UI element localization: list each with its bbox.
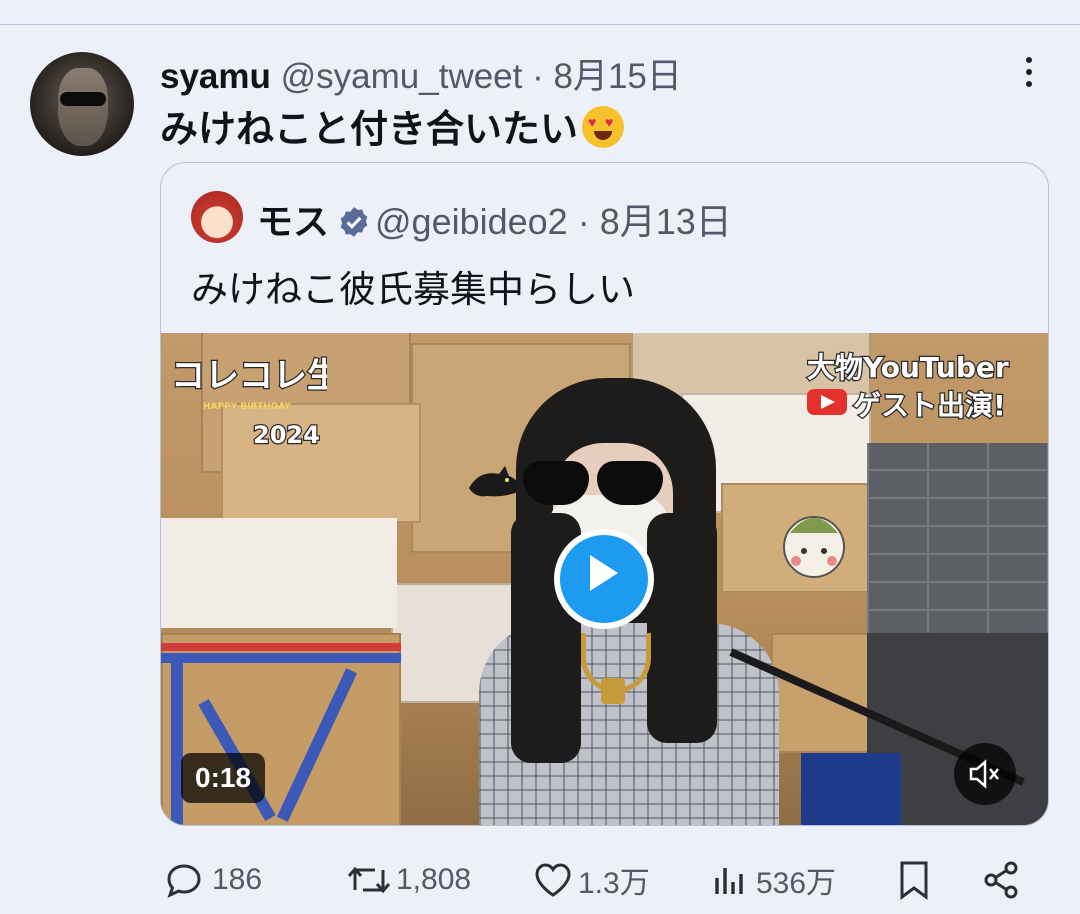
play-button[interactable] xyxy=(554,529,654,629)
views-count: 536万 xyxy=(756,867,837,900)
author-name[interactable]: syamu xyxy=(160,57,271,96)
cartoon-character-icon xyxy=(783,516,845,578)
tweet-date[interactable]: 8月15日 xyxy=(554,57,682,96)
quoted-tweet[interactable]: モス @geibideo2 · 8月13日 みけねこ彼氏募集中らしい コレコレ … xyxy=(160,162,1049,826)
tweet-text-content: みけねこと付き合いたい xyxy=(160,109,579,151)
quoted-separator: · xyxy=(567,201,600,242)
views-button[interactable]: 536万 xyxy=(712,852,836,908)
reply-count: 186 xyxy=(212,863,263,896)
video-player[interactable]: コレコレ生誕祭 HAPPY BIRTHDAY 2024 大物YouTuber ゲ… xyxy=(161,333,1048,825)
overlay-right-line2: ゲスト出演! xyxy=(853,389,1006,422)
bookmark-icon xyxy=(900,861,928,900)
action-bar: 186 1,808 1.3万 536万 xyxy=(0,852,1080,908)
reply-button[interactable]: 186 xyxy=(164,852,262,908)
overlay-right-line1: 大物YouTuber xyxy=(807,351,1009,384)
heart-eyes-emoji-icon: ♥ ♥ xyxy=(582,106,625,148)
quoted-header: モス @geibideo2 · 8月13日 xyxy=(257,193,732,245)
guest-overlay: 大物YouTuber ゲスト出演! xyxy=(806,350,1010,423)
overlay-left-title: コレコレ生誕祭 xyxy=(171,356,327,396)
tweet-header: syamu @syamu_tweet · 8月15日 xyxy=(160,48,682,99)
quoted-author-name[interactable]: モス xyxy=(257,201,329,242)
overlay-left-small: HAPPY BIRTHDAY xyxy=(203,402,291,412)
repost-button[interactable]: 1,808 xyxy=(346,852,471,908)
author-avatar[interactable] xyxy=(30,52,134,156)
more-options-icon[interactable] xyxy=(1014,54,1044,90)
bookmark-button[interactable] xyxy=(896,852,932,908)
play-icon xyxy=(590,555,618,591)
top-divider xyxy=(0,24,1080,25)
verified-badge-icon xyxy=(340,207,368,237)
quoted-author-avatar[interactable] xyxy=(191,191,243,243)
repost-count: 1,808 xyxy=(396,863,472,896)
like-count: 1.3万 xyxy=(578,867,650,900)
heart-icon xyxy=(535,863,571,897)
quoted-text: みけねこ彼氏募集中らしい xyxy=(191,269,635,310)
speaker-muted-icon xyxy=(969,759,999,789)
video-duration: 0:18 xyxy=(181,753,266,803)
like-button[interactable]: 1.3万 xyxy=(532,852,650,908)
quoted-handle[interactable]: @geibideo2 xyxy=(375,201,568,242)
author-handle[interactable]: @syamu_tweet xyxy=(281,57,523,96)
event-logo-overlay: コレコレ生誕祭 HAPPY BIRTHDAY 2024 xyxy=(170,355,327,451)
mute-button[interactable] xyxy=(954,743,1016,805)
meta-separator: · xyxy=(522,57,554,96)
share-icon xyxy=(984,861,1018,899)
reply-icon xyxy=(167,864,201,898)
quoted-date[interactable]: 8月13日 xyxy=(600,201,732,242)
tweet-text: みけねこと付き合いたい ♥ ♥ xyxy=(160,98,625,153)
views-chart-icon xyxy=(715,868,743,894)
overlay-left-year: 2024 xyxy=(253,421,320,449)
share-button[interactable] xyxy=(980,852,1022,908)
repost-icon xyxy=(347,866,391,894)
